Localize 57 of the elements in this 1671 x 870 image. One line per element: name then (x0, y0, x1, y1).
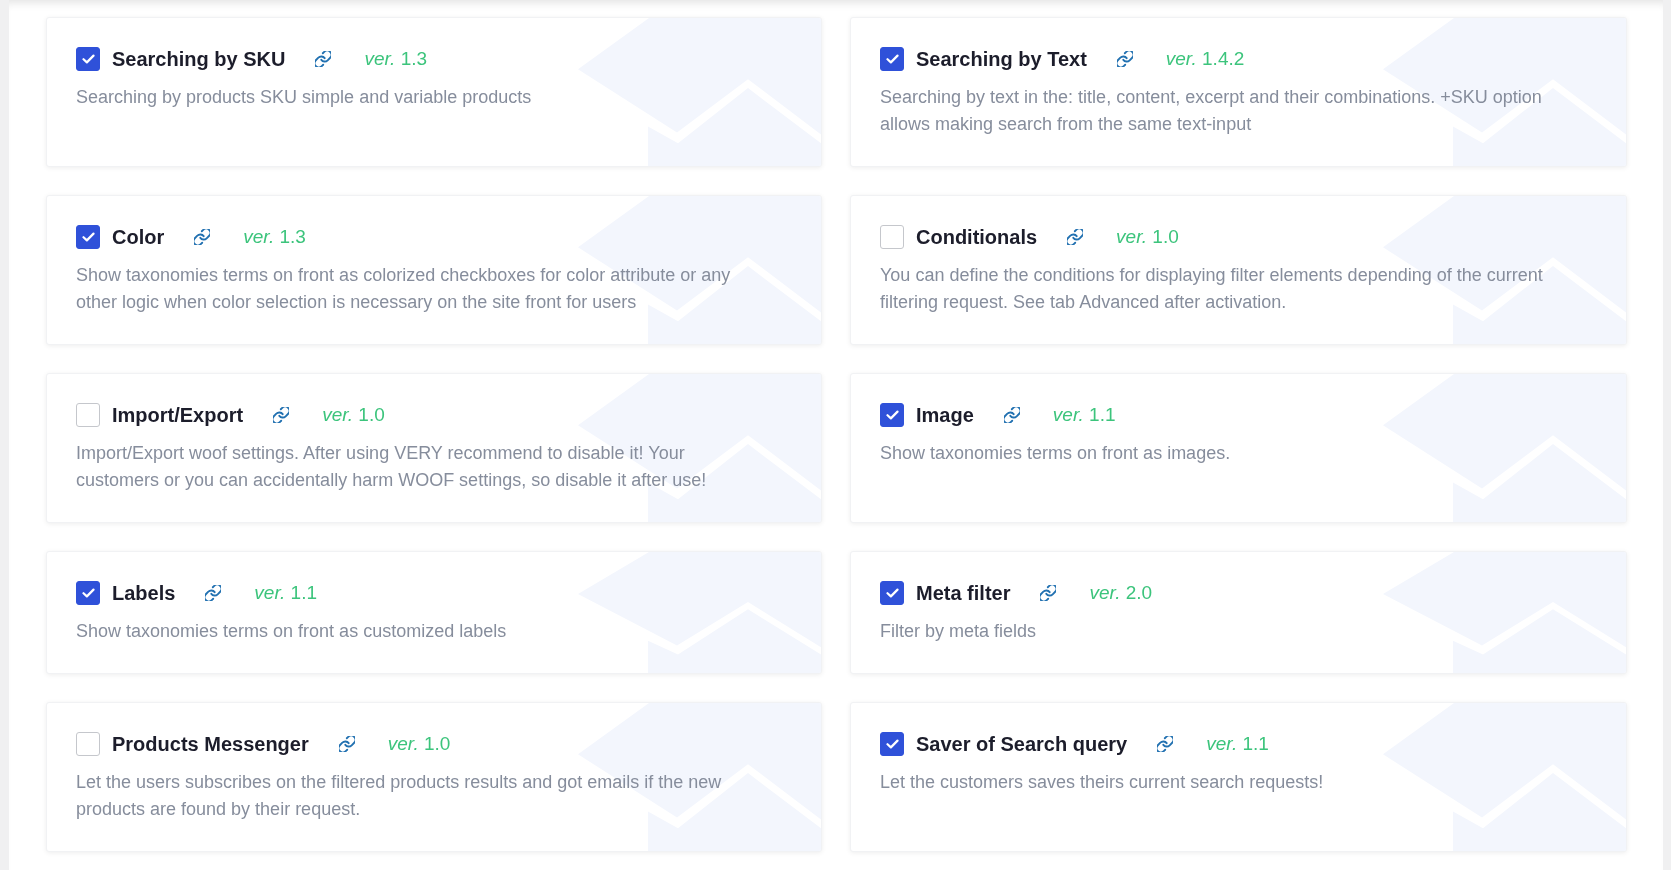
extension-title: Labels (112, 581, 176, 606)
link-icon[interactable] (1040, 585, 1057, 601)
extension-description: Import/Export woof settings. After using VERY recommend to disable it! Your customers or you can accidentally harm WOOF settings, so disable it after use! (76, 442, 708, 492)
checkmark-icon (885, 739, 899, 749)
link-icon[interactable] (315, 51, 332, 67)
extension-title: Conditionals (916, 225, 1038, 250)
extension-title: Saver of Search query (916, 732, 1128, 757)
checkbox[interactable] (880, 225, 904, 249)
version-label: ver. 1.3 (243, 224, 306, 249)
version-label: ver. 1.0 (387, 731, 451, 756)
extension-title: Image (916, 403, 974, 428)
extension-description: Show taxonomies terms on front as colorized checkboxes for color attribute or any other logic when color selection is necessary on the site front for users (76, 264, 732, 314)
version-label: ver. 1.4.2 (1165, 46, 1245, 71)
extension-title: Import/Export (112, 403, 244, 428)
checkbox[interactable] (76, 225, 100, 249)
version-label: ver. 1.0 (1116, 224, 1179, 249)
version-label: ver. 1.3 (364, 46, 428, 71)
link-icon[interactable] (1157, 736, 1174, 752)
checkbox[interactable] (76, 403, 100, 427)
extension-title: Searching by Text (916, 47, 1087, 72)
link-icon[interactable] (273, 407, 290, 423)
version-label: ver. 2.0 (1089, 580, 1153, 605)
extension-description: Searching by products SKU simple and variable products (76, 86, 533, 109)
version-label: ver. 1.1 (1206, 731, 1269, 756)
checkbox[interactable] (880, 732, 904, 756)
link-icon[interactable] (1003, 407, 1020, 423)
version-label: ver. 1.1 (254, 580, 318, 605)
extension-description: Searching by text in the: title, content, excerpt and their combinations. +SKU option allows making search from the same text-input (880, 86, 1543, 136)
checkbox[interactable] (880, 403, 904, 427)
checkbox[interactable] (76, 47, 100, 71)
version-label: ver. 1.0 (322, 402, 385, 427)
checkmark-icon (885, 54, 899, 64)
extension-title: Color (112, 225, 165, 250)
extension-description: Let the customers saves theirs current search requests! (880, 771, 1325, 794)
link-icon[interactable] (1067, 229, 1084, 245)
version-label: ver. 1.1 (1052, 402, 1116, 427)
extension-title: Searching by SKU (112, 47, 286, 72)
checkbox[interactable] (880, 581, 904, 605)
link-icon[interactable] (1116, 51, 1133, 67)
checkmark-icon (885, 410, 899, 420)
extension-title: Products Messenger (112, 732, 309, 757)
extension-description: Filter by meta fields (880, 620, 1038, 643)
checkbox[interactable] (76, 581, 100, 605)
extension-description: You can define the conditions for displaying filter elements depending of the current filtering request. See tab Advanced after activation. (880, 264, 1544, 314)
checkmark-icon (81, 54, 95, 64)
checkmark-icon (81, 588, 95, 598)
checkmark-icon (81, 232, 95, 242)
checkbox[interactable] (76, 732, 100, 756)
link-icon[interactable] (205, 585, 222, 601)
extension-description: Let the users subscribes on the filtered products results and got emails if the new products are found by their request. (76, 771, 723, 821)
checkmark-icon (885, 588, 899, 598)
checkbox[interactable] (880, 47, 904, 71)
link-icon[interactable] (194, 229, 211, 245)
extension-description: Show taxonomies terms on front as images. (880, 442, 1232, 465)
extension-title: Meta filter (916, 581, 1011, 606)
extension-description: Show taxonomies terms on front as customized labels (76, 620, 508, 643)
link-icon[interactable] (338, 736, 355, 752)
